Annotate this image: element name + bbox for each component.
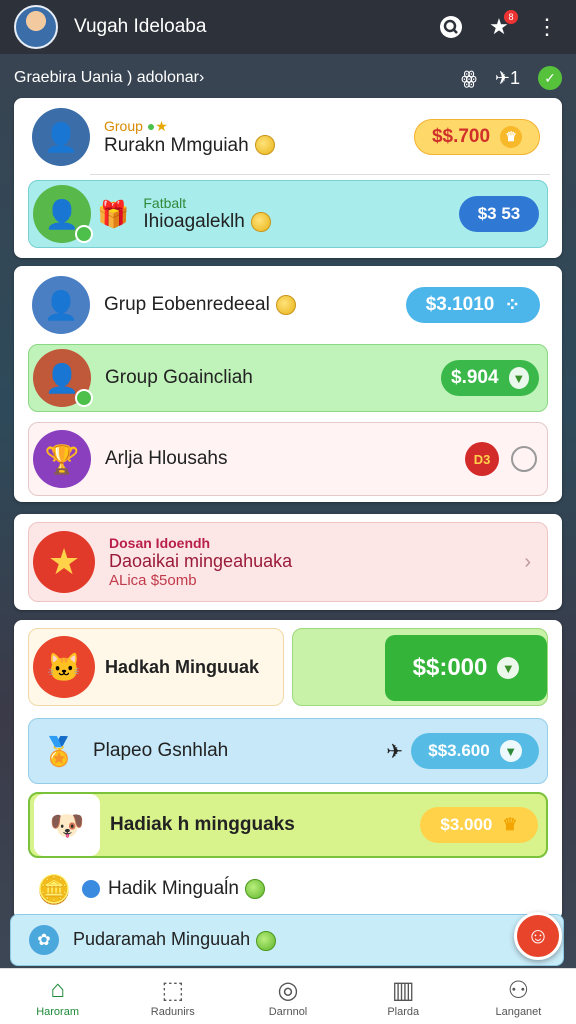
check-icon[interactable]: ✓	[538, 66, 562, 90]
rocket-icon: ✈	[386, 740, 403, 763]
breadcrumb-bar: Graebira Uania ) adolonar› ꙮ ✈1 ✓	[0, 60, 576, 96]
nav-stats[interactable]: ▥ Plarda	[346, 969, 461, 1024]
leaf-icon	[244, 878, 265, 899]
subbar-count: 1	[509, 67, 520, 88]
crown-icon: ♛	[502, 815, 518, 834]
nav-box[interactable]: ⬚ Radunirs	[115, 969, 230, 1024]
dots-icon: ⁘	[504, 294, 521, 316]
list-item-label: Plapeo Gsnhlah	[93, 740, 229, 761]
promo-title: Dosan Idoendh	[109, 535, 211, 551]
chart-icon: ▥	[391, 976, 415, 1004]
chevron-down-icon: ▼	[508, 367, 529, 389]
list-item[interactable]: 🐶 Hadiak h mingguaks $3.000 ♛	[28, 792, 548, 858]
amount-panel: $$:000 ▼	[292, 628, 548, 706]
notification-badge: 8	[504, 10, 518, 24]
list-item[interactable]: 👤 🎁 Fatbalt Ihioagaleklh $3 53	[28, 180, 548, 248]
top-app-bar: Vugah Ideloaba ★ 8 ⋮	[0, 0, 576, 54]
amount-pill[interactable]: $3.1010 ⁘	[406, 287, 540, 323]
download-icon: ▼	[499, 740, 522, 762]
cat-icon: 🐱	[33, 636, 95, 698]
gift-icon: 🎁	[97, 198, 130, 229]
avatar[interactable]	[14, 5, 58, 49]
user-avatar-icon: 👤	[33, 185, 93, 243]
app-title: Vugah Ideloaba	[74, 16, 207, 37]
gear-icon: ✿	[29, 925, 59, 955]
amount-pill[interactable]: $3.000 ♛	[420, 807, 538, 843]
list-item-label: Hadiak h mingguaks	[110, 814, 295, 835]
home-icon: ⌂	[50, 975, 65, 1003]
list-item-label: Pudaramah Minguuah	[73, 929, 277, 951]
user-avatar-icon: 👤	[32, 276, 90, 334]
user-avatar-icon: 👤	[32, 108, 90, 166]
group-card-2: 👤 Grup Eobenredeeal $3.1010 ⁘ 👤 Group Go…	[14, 266, 562, 502]
amount-pill[interactable]: $$3.600 ▼	[411, 733, 539, 769]
nav-home[interactable]: ⌂ Haroram	[0, 969, 115, 1024]
status-badge: D3	[465, 442, 499, 476]
group-tag: Group ●★	[104, 117, 168, 134]
dog-icon: 🐶	[34, 794, 100, 856]
bottom-navigation: ⌂ Haroram ⬚ Radunirs ◎ Darnnol ▥ Plarda …	[0, 968, 576, 1024]
nav-label: Radunirs	[150, 1005, 195, 1018]
list-item[interactable]: 👤 Grup Eobenredeeal $3.1010 ⁘	[28, 272, 548, 338]
promo-detail: ALica $5omb	[109, 572, 197, 589]
info-icon	[82, 880, 100, 898]
coin-icon	[250, 211, 271, 232]
divider	[90, 174, 550, 175]
list-item-label: Rurakn Mmguiah	[104, 135, 414, 157]
pin-icon[interactable]: ✈1	[495, 68, 520, 89]
coin-icon	[254, 135, 275, 156]
group-tag: Fatbalt	[143, 195, 187, 211]
list-item[interactable]: 🏅 Plapeo Gsnhlah ✈ $$3.600 ▼	[28, 718, 548, 784]
mascot-icon: ☺	[526, 923, 550, 948]
list-item-label: Arlja Hlousahs	[105, 448, 228, 469]
radio-button[interactable]	[511, 446, 537, 472]
nav-label: Haroram	[36, 1005, 79, 1018]
notification-icon[interactable]: ★ 8	[484, 10, 518, 42]
list-item[interactable]: 🐱 Hadkah Minguuak	[28, 628, 284, 706]
person-icon: ⚇	[507, 976, 530, 1004]
leaf-icon	[256, 930, 277, 951]
amount-pill[interactable]: $.904 ▼	[441, 360, 539, 396]
promo-subtitle: Daoaikai mingeahuaka	[109, 551, 293, 571]
users-icon[interactable]: ꙮ	[461, 68, 477, 89]
box-icon: ⬚	[161, 976, 185, 1004]
list-item-label: Ihioagaleklh	[143, 211, 459, 233]
list-item-label: Grup Eobenredeeal	[104, 294, 406, 316]
list-item[interactable]: 🏆 Arlja Hlousahs D3	[28, 422, 548, 496]
nav-label: Darnnol	[268, 1005, 308, 1018]
nav-profile[interactable]: ⚇ Langanet	[461, 969, 576, 1024]
amount-pill[interactable]: $3 53	[459, 196, 539, 232]
list-item[interactable]: 🪙 Hadik Minguaĺn	[28, 866, 548, 912]
coin-icon	[275, 294, 296, 315]
trophy-icon: 🏆	[33, 430, 91, 488]
crown-icon: ♛	[500, 126, 523, 148]
list-item[interactable]: 👤 Group Goaincliah $.904 ▼	[28, 344, 548, 412]
chevron-right-icon: ›	[524, 550, 531, 573]
promo-card: ★ Dosan Idoendh Daoaikai mingeahuaka ALi…	[14, 514, 562, 610]
group-card-3: 🐱 Hadkah Minguuak $$:000 ▼ 🏅 Plapeo Gsnh…	[14, 620, 562, 920]
search-icon[interactable]	[436, 12, 466, 42]
floating-action-button[interactable]: ☺	[514, 912, 562, 960]
amount-button[interactable]: $$:000 ▼	[385, 635, 547, 701]
more-options-icon[interactable]: ⋮	[532, 12, 562, 42]
list-item-label: Hadkah Minguuak	[105, 656, 260, 677]
chevron-down-icon: ▼	[497, 657, 520, 679]
user-avatar-icon: 👤	[33, 349, 93, 407]
list-item-label: Group Goaincliah	[105, 367, 253, 388]
group-card-1: 👤 Group ●★ Rurakn Mmguiah $$.700 ♛ 👤 🎁 F…	[14, 98, 562, 258]
list-item-label: Hadik Minguaĺn	[108, 878, 548, 900]
breadcrumb[interactable]: Graebira Uania ) adolonar›	[14, 69, 443, 87]
coin-stack-icon: 🪙	[36, 873, 72, 905]
amount-pill[interactable]: $$.700 ♛	[414, 119, 540, 155]
check-circle-icon: ◎	[277, 976, 299, 1004]
nav-check[interactable]: ◎ Darnnol	[230, 969, 345, 1024]
nav-label: Plarda	[387, 1005, 420, 1018]
star-icon: ★	[33, 531, 95, 593]
promo-banner[interactable]: ★ Dosan Idoendh Daoaikai mingeahuaka ALi…	[28, 522, 548, 602]
trophy-icon: 🏅	[41, 735, 77, 767]
list-item[interactable]: 👤 Group ●★ Rurakn Mmguiah $$.700 ♛	[28, 104, 548, 170]
list-item[interactable]: ✿ Pudaramah Minguuah	[10, 914, 564, 966]
nav-label: Langanet	[495, 1005, 542, 1018]
